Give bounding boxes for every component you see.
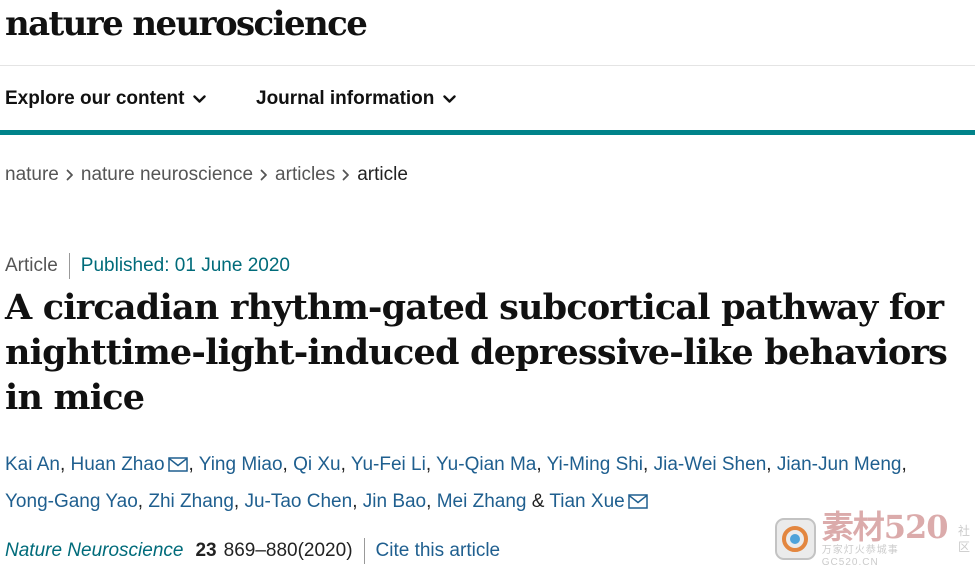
site-logo[interactable]: nature neuroscience [5, 2, 368, 46]
mail-icon[interactable] [167, 449, 188, 484]
author-separator: , [425, 454, 437, 475]
article-title: A circadian rhythm-gated subcortical pat… [5, 287, 948, 418]
breadcrumb-item-articles[interactable]: articles [275, 163, 335, 187]
watermark-sub-text: 万家灯火恭城事 GC520.CN [821, 545, 899, 568]
breadcrumb-item-nature[interactable]: nature [5, 163, 59, 187]
watermark-side-char: 区 [957, 540, 970, 554]
author-separator: & [526, 491, 550, 512]
author-link[interactable]: Jian-Jun Meng [777, 454, 902, 475]
author-separator: , [536, 454, 547, 475]
author-link[interactable]: Ju-Tao Chen [244, 491, 352, 512]
meta-divider [68, 253, 70, 279]
author-link[interactable]: Tian Xue [549, 491, 624, 512]
author-separator: , [426, 491, 437, 512]
chevron-right-icon [342, 169, 350, 181]
author-separator: , [352, 491, 363, 512]
watermark-main-text: 素材520 [821, 508, 949, 546]
author-separator: , [59, 454, 71, 475]
chevron-down-icon [193, 94, 207, 103]
author-separator: , [137, 491, 149, 512]
journal-name: Nature Neuroscience [5, 540, 184, 561]
watermark-side-text: 社 区 [958, 523, 970, 555]
author-separator: , [643, 454, 654, 475]
published-date: Published: 01 June 2020 [80, 255, 290, 276]
watermark-logo-icon [775, 518, 816, 560]
author-link[interactable]: Kai An [5, 454, 60, 475]
author-link[interactable]: Zhi Zhang [148, 491, 234, 512]
breadcrumb-item-nature-neuroscience[interactable]: nature neuroscience [81, 163, 253, 187]
article-meta: Article Published: 01 June 2020 [5, 253, 290, 279]
author-separator: , [282, 454, 294, 475]
article-type: Article [5, 255, 58, 276]
author-separator: , [340, 454, 351, 475]
chevron-right-icon [260, 169, 268, 181]
author-link[interactable]: Ying Miao [199, 454, 283, 475]
nav-journal-information[interactable]: Journal information [256, 87, 457, 111]
author-link[interactable]: Huan Zhao [71, 454, 165, 475]
main-nav: Explore our content Journal information [0, 66, 975, 130]
author-link[interactable]: Yu-Fei Li [351, 454, 426, 475]
site-header: nature neuroscience [0, 0, 975, 66]
citation-line: Nature Neuroscience 23 869–880(2020) Cit… [5, 538, 500, 564]
watermark-side-char: 社 [957, 524, 970, 538]
nav-label: Journal information [256, 88, 435, 109]
nav-accent-bar [0, 130, 975, 135]
chevron-right-icon [66, 169, 74, 181]
author-separator: , [233, 491, 245, 512]
breadcrumb-item-article: article [357, 164, 408, 185]
author-separator: , [766, 454, 777, 475]
journal-volume: 23 [195, 540, 217, 561]
author-link[interactable]: Mei Zhang [437, 491, 527, 512]
chevron-down-icon [443, 94, 457, 103]
author-link[interactable]: Jia-Wei Shen [654, 454, 767, 475]
author-link[interactable]: Yi-Ming Shi [547, 454, 643, 475]
author-link[interactable]: Qi Xu [293, 454, 341, 475]
author-link[interactable]: Yong-Gang Yao [5, 491, 138, 512]
citation-divider [363, 538, 365, 564]
nav-explore-our-content[interactable]: Explore our content [5, 87, 207, 111]
author-link[interactable]: Yu-Qian Ma [436, 454, 536, 475]
breadcrumb: nature nature neuroscience articles arti… [5, 163, 408, 187]
author-link[interactable]: Jin Bao [363, 491, 426, 512]
journal-pages: 869–880(2020) [223, 540, 353, 561]
author-separator: , [188, 454, 199, 475]
author-separator: , [901, 454, 907, 475]
watermark-text: 素材520 万家灯火恭城事 GC520.CN [822, 509, 955, 569]
watermark: 素材520 万家灯火恭城事 GC520.CN 社 区 [775, 508, 970, 570]
mail-icon[interactable] [627, 486, 648, 521]
cite-this-article-link[interactable]: Cite this article [376, 539, 501, 563]
nav-label: Explore our content [5, 88, 185, 109]
